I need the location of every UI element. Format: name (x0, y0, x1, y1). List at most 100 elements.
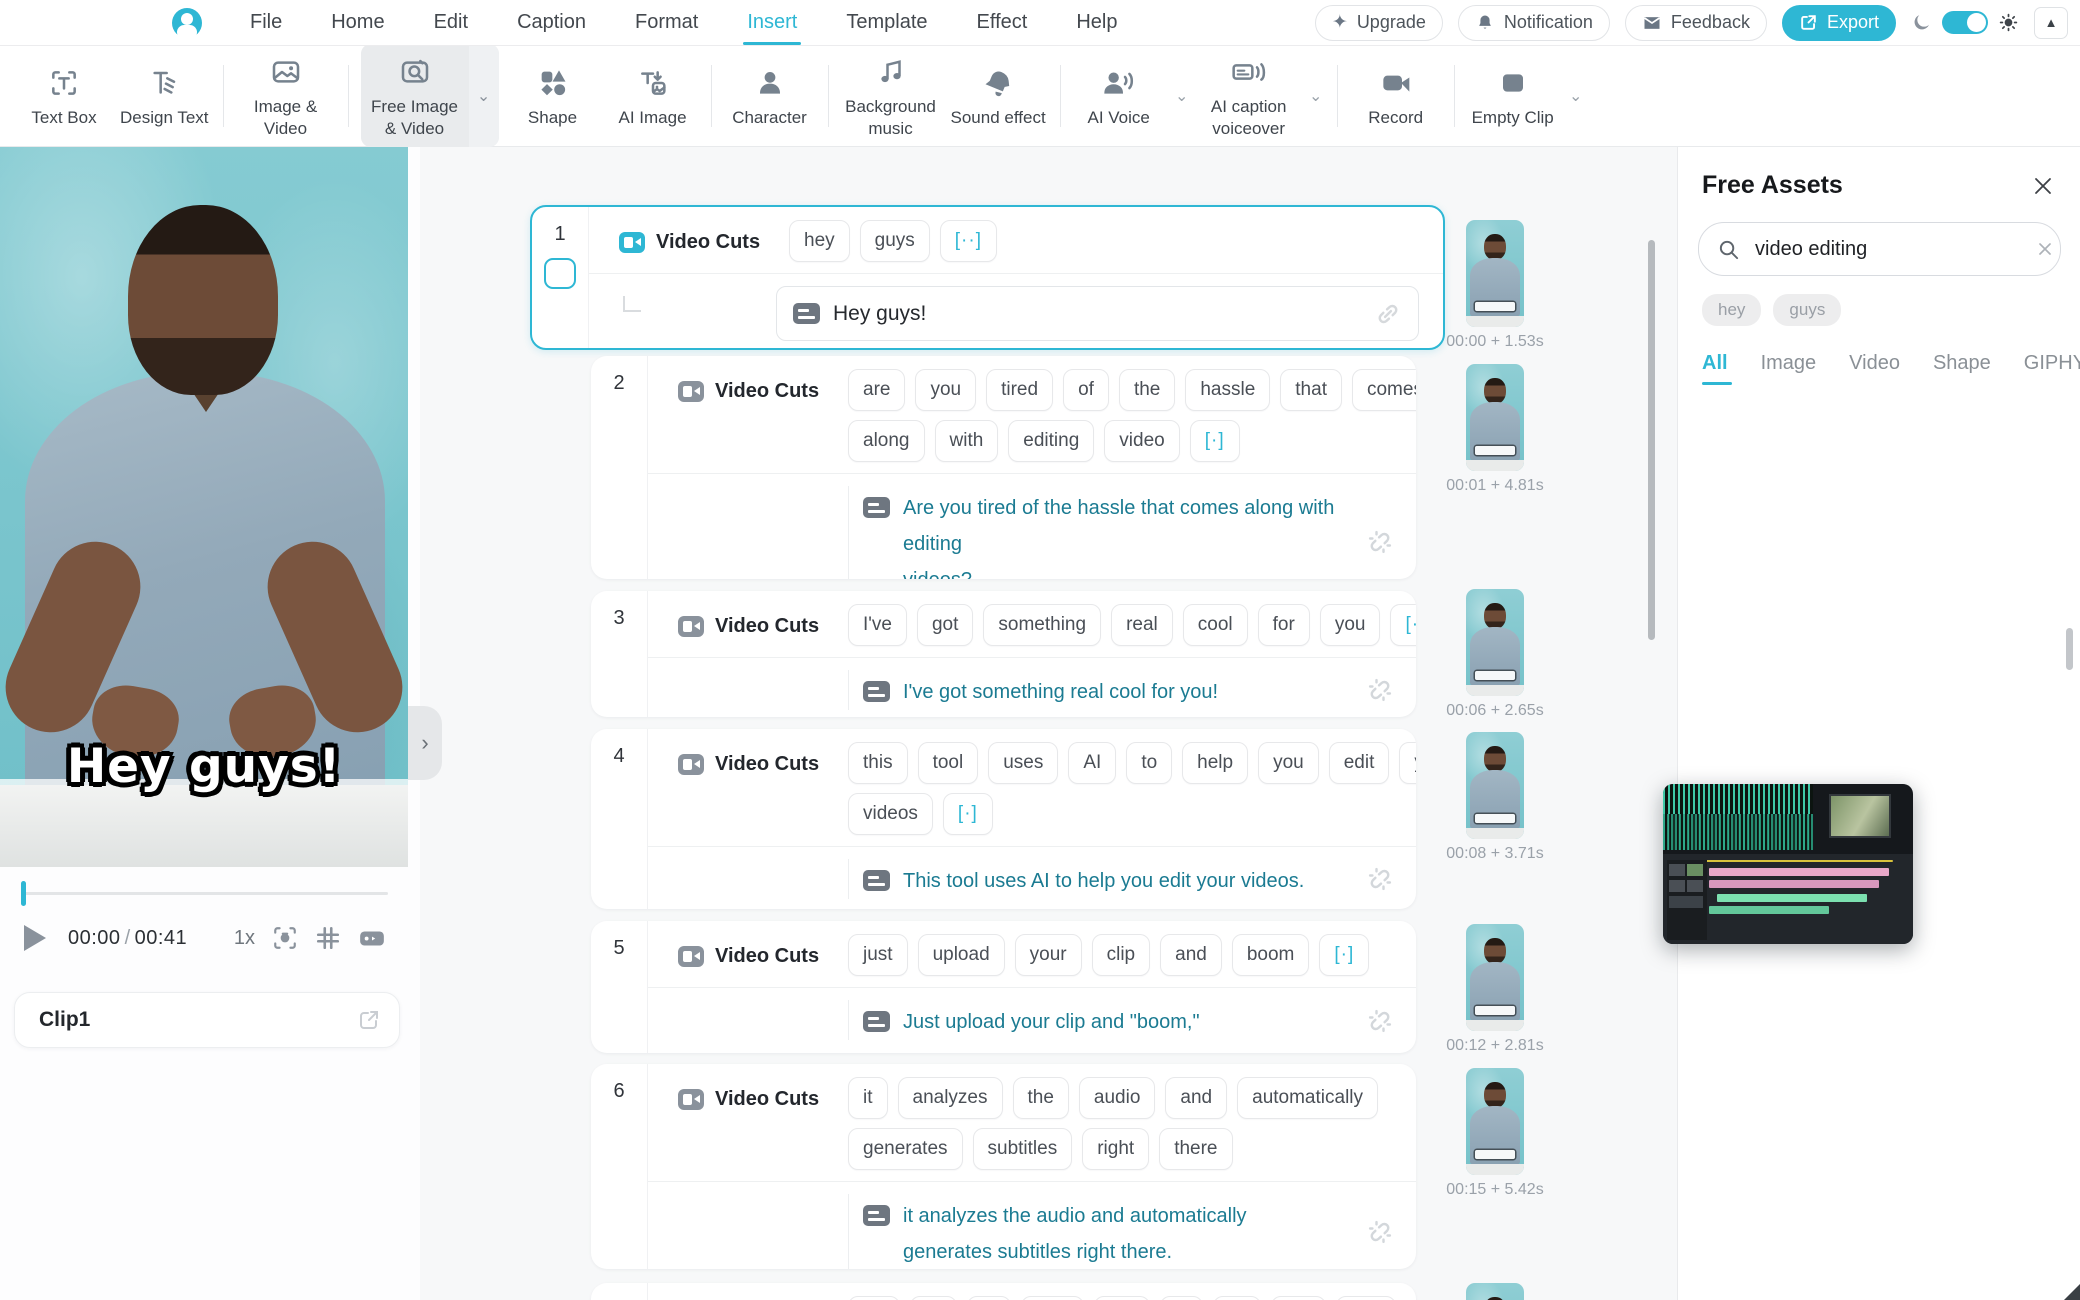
pause-chip[interactable]: [·] (1190, 420, 1240, 462)
segment-card-7[interactable]: 7 Video Cuts (591, 1283, 1416, 1300)
theme-toggle[interactable] (1942, 11, 1988, 34)
word-chip[interactable]: upload (918, 934, 1005, 976)
word-chip[interactable]: clip (1092, 934, 1151, 976)
word-chip[interactable]: AI (1068, 742, 1116, 784)
segment-thumbnail[interactable] (1466, 364, 1524, 471)
free-image-video-chevron-down-icon[interactable]: ⌄ (469, 44, 499, 147)
word-chip[interactable]: analyzes (898, 1077, 1003, 1119)
caption-block[interactable]: Just upload your clip and "boom," (848, 1000, 1396, 1040)
word-chip[interactable]: tool (918, 742, 979, 784)
transcript-scrollbar[interactable] (1648, 240, 1655, 640)
word-chip[interactable]: comes (1352, 369, 1416, 411)
word-chip[interactable]: help (1182, 742, 1248, 784)
tab-image[interactable]: Image (1761, 352, 1817, 385)
asset-search-box[interactable] (1698, 222, 2061, 276)
word-chip[interactable]: editing (1008, 420, 1094, 462)
word-chip[interactable]: you (1320, 604, 1381, 646)
ai-caption-voiceover-chevron-down-icon[interactable]: ⌄ (1303, 66, 1329, 126)
caption-block[interactable]: This tool uses AI to help you edit your … (848, 859, 1396, 899)
word-chip[interactable]: your (1399, 742, 1416, 784)
toolbar-background-music[interactable]: Background music (837, 44, 945, 147)
play-button[interactable] (24, 925, 46, 951)
toolbar-ai-voice[interactable]: AI Voice (1069, 55, 1169, 136)
segment-card-5[interactable]: 5 Video Cuts justuploadyourclipandboom[·… (591, 921, 1416, 1053)
notification-button[interactable]: Notification (1458, 5, 1610, 41)
word-chip[interactable]: the (1013, 1077, 1069, 1119)
word-chip[interactable]: right (1082, 1128, 1149, 1170)
segment-thumbnail[interactable] (1466, 220, 1524, 327)
segment-card-1[interactable]: 1 Video Cuts heyguys[··] Hey guys! (530, 205, 1445, 350)
word-chip[interactable] (967, 1296, 1011, 1300)
tag-chip-hey[interactable]: hey (1702, 294, 1761, 326)
caption-block[interactable]: I've got something real cool for you! (848, 670, 1396, 710)
video-preview[interactable]: Hey guys! (0, 147, 408, 867)
grid-icon[interactable] (315, 925, 341, 951)
word-chip[interactable]: that (1280, 369, 1342, 411)
toolbar-ai-caption-voiceover[interactable]: AI caption voiceover (1195, 44, 1303, 147)
segment-card-3[interactable]: 3 Video Cuts I'vegotsomethingrealcoolfor… (591, 591, 1416, 717)
segment-thumbnail[interactable] (1466, 1068, 1524, 1175)
segment-card-2[interactable]: 2 Video Cuts areyoutiredofthehasslethatc… (591, 356, 1416, 579)
pause-chip[interactable]: [·] (1319, 934, 1369, 976)
menu-help[interactable]: Help (1076, 0, 1117, 45)
word-chip[interactable]: this (848, 742, 908, 784)
word-chip[interactable]: tired (986, 369, 1053, 411)
aspect-ratio-icon[interactable] (358, 925, 386, 951)
segment-thumbnail[interactable] (1466, 1283, 1524, 1300)
caption-block[interactable]: Are you tired of the hassle that comes a… (848, 486, 1396, 579)
menu-template[interactable]: Template (846, 0, 927, 45)
broken-link-icon[interactable] (1366, 1007, 1394, 1035)
menu-edit[interactable]: Edit (434, 0, 468, 45)
ai-voice-chevron-down-icon[interactable]: ⌄ (1169, 66, 1195, 126)
window-resize-corner[interactable] (2064, 1284, 2080, 1300)
word-chip[interactable]: something (983, 604, 1101, 646)
word-chip[interactable]: with (935, 420, 999, 462)
word-chip[interactable]: generates (848, 1128, 963, 1170)
pause-chip[interactable]: [·] (1390, 604, 1416, 646)
pause-chip[interactable]: [··] (940, 220, 997, 262)
word-chip[interactable]: audio (1079, 1077, 1156, 1119)
segment-card-4[interactable]: 4 Video Cuts thistoolusesAItohelpyouedit… (591, 729, 1416, 909)
toolbar-ai-image[interactable]: AI Image (603, 55, 703, 136)
playback-speed-button[interactable]: 1x (234, 927, 255, 950)
expand-panel-handle[interactable]: › (408, 706, 442, 780)
tab-video[interactable]: Video (1849, 352, 1900, 385)
word-chip[interactable]: uses (988, 742, 1058, 784)
segment-thumbnail[interactable] (1466, 732, 1524, 839)
tag-chip-guys[interactable]: guys (1773, 294, 1841, 326)
word-chip[interactable]: along (848, 420, 925, 462)
caption-input[interactable]: Hey guys! (776, 286, 1419, 341)
word-chip[interactable] (1213, 1296, 1262, 1300)
word-chip[interactable]: hassle (1185, 369, 1270, 411)
broken-link-icon[interactable] (1366, 1218, 1394, 1246)
word-chip[interactable]: are (848, 369, 905, 411)
toolbar-record[interactable]: Record (1346, 55, 1446, 136)
toolbar-design-text[interactable]: Design Text (114, 55, 215, 136)
segment-thumbnail[interactable] (1466, 589, 1524, 696)
word-chip[interactable]: it (848, 1077, 888, 1119)
word-chip[interactable]: of (1063, 369, 1109, 411)
word-chip[interactable]: the (1119, 369, 1175, 411)
playhead[interactable] (21, 881, 26, 906)
snapshot-icon[interactable] (272, 925, 298, 951)
broken-link-icon[interactable] (1366, 528, 1394, 556)
word-chip[interactable] (910, 1296, 957, 1300)
word-chip[interactable]: cool (1183, 604, 1248, 646)
burned-in-caption[interactable]: Hey guys! (0, 739, 408, 794)
segment-checkbox[interactable] (544, 258, 576, 289)
toolbar-shape[interactable]: Shape (503, 55, 603, 136)
assets-scrollbar[interactable] (2066, 628, 2073, 670)
word-chip[interactable]: and (1165, 1077, 1227, 1119)
tab-giphy[interactable]: GIPHY (2024, 352, 2080, 385)
toolbar-character[interactable]: Character (720, 55, 820, 136)
asset-hover-preview[interactable] (1663, 784, 1913, 944)
word-chip[interactable]: boom (1232, 934, 1310, 976)
word-chip[interactable]: you (915, 369, 976, 411)
clip-card[interactable]: Clip1 (14, 992, 400, 1048)
link-icon[interactable] (1374, 300, 1402, 328)
word-chip[interactable]: to (1126, 742, 1172, 784)
tab-shape[interactable]: Shape (1933, 352, 1991, 385)
toolbar-image-video[interactable]: Image & Video (232, 44, 340, 147)
clear-search-icon[interactable] (2035, 239, 2055, 259)
segment-thumbnail[interactable] (1466, 924, 1524, 1031)
